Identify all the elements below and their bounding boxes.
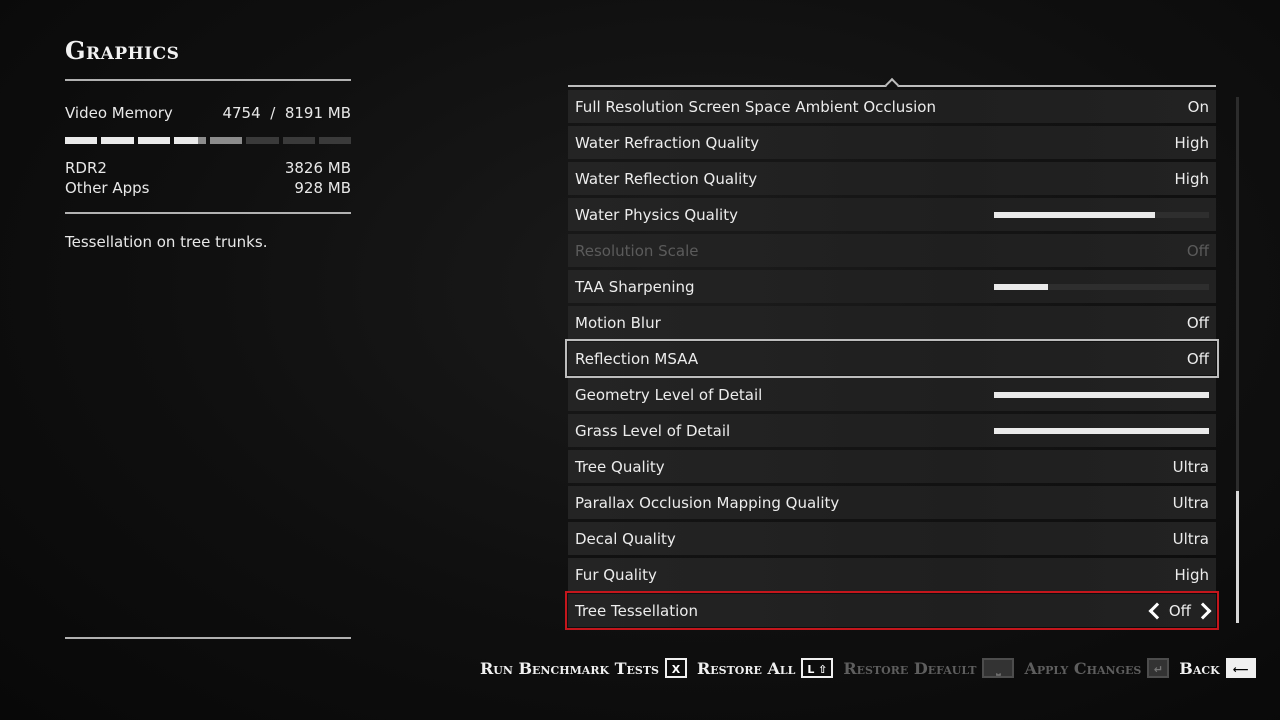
slider-fill (994, 283, 1048, 290)
video-memory-bar (65, 137, 351, 144)
setting-row[interactable]: Water Refraction Quality High (568, 126, 1216, 159)
apply-changes-button[interactable]: Apply Changes ↵ (1024, 658, 1170, 678)
run-benchmark-label: Run Benchmark Tests (480, 658, 659, 678)
space-key-icon: ⎵ (982, 658, 1015, 678)
memory-bar-segment (173, 137, 206, 144)
setting-label: Water Reflection Quality (575, 169, 758, 188)
memory-bar-segment (65, 137, 98, 144)
video-memory-label: Video Memory (65, 104, 173, 122)
setting-value: Off (1186, 349, 1209, 368)
setting-label: Geometry Level of Detail (575, 385, 763, 404)
shift-key-icon: L ⇧ (801, 658, 834, 678)
backspace-key-icon: ⟵ (1225, 658, 1256, 678)
setting-value: On (1187, 97, 1209, 116)
setting-label: TAA Sharpening (575, 277, 695, 296)
setting-label: Tree Quality (575, 457, 665, 476)
restore-default-button[interactable]: Restore Default ⎵ (843, 658, 1015, 678)
other-apps-label: Other Apps (65, 179, 150, 197)
memory-bar-segment (246, 137, 279, 144)
setting-row[interactable]: Full Resolution Screen Space Ambient Occ… (568, 90, 1216, 123)
setting-value: High (1174, 565, 1209, 584)
back-button[interactable]: Back ⟵ (1179, 658, 1256, 678)
slider-fill (994, 427, 1209, 434)
video-memory-row: Video Memory 4754 / 8191 MB (65, 104, 351, 122)
memory-bar-segment (210, 137, 243, 144)
restore-all-button[interactable]: Restore All L ⇧ (696, 658, 834, 678)
title-divider (65, 79, 351, 81)
scrollbar-thumb[interactable] (1236, 491, 1239, 623)
setting-row[interactable]: Resolution Scale Off (568, 234, 1216, 267)
page-title: Graphics (65, 36, 180, 65)
setting-row[interactable]: Water Physics Quality (568, 198, 1216, 231)
other-apps-memory-row: Other Apps 928 MB (65, 179, 351, 197)
memory-bar-segment (282, 137, 315, 144)
setting-label: Decal Quality (575, 529, 676, 548)
setting-slider[interactable] (994, 391, 1209, 398)
memory-bar-segment (318, 137, 351, 144)
setting-row[interactable]: Parallax Occlusion Mapping Quality Ultra (568, 486, 1216, 519)
setting-value: Ultra (1172, 529, 1209, 548)
bottom-divider (65, 637, 351, 639)
setting-label: Grass Level of Detail (575, 421, 731, 440)
rdr2-value: 3826 MB (284, 159, 351, 177)
other-apps-value: 928 MB (294, 179, 351, 197)
chevron-right-icon[interactable] (1194, 602, 1212, 619)
setting-row[interactable]: Tree Quality Ultra (568, 450, 1216, 483)
setting-label: Water Physics Quality (575, 205, 738, 224)
setting-row[interactable]: Water Reflection Quality High (568, 162, 1216, 195)
rdr2-label: RDR2 (65, 159, 107, 177)
setting-label: Reflection MSAA (575, 349, 699, 368)
memory-bar-segment (101, 137, 134, 144)
x-key-icon: X (664, 658, 687, 678)
video-memory-value: 4754 / 8191 MB (222, 104, 351, 122)
setting-row[interactable]: Decal Quality Ultra (568, 522, 1216, 555)
setting-value: Ultra (1172, 457, 1209, 476)
setting-description: Tessellation on tree trunks. (65, 233, 268, 251)
setting-value: Off (1168, 601, 1191, 620)
setting-row[interactable]: Grass Level of Detail (568, 414, 1216, 447)
value-selector: Off (1148, 601, 1212, 620)
setting-row[interactable]: Tree Tessellation Off (565, 591, 1219, 630)
setting-value: High (1174, 133, 1209, 152)
setting-slider[interactable] (994, 427, 1209, 434)
setting-value: Ultra (1172, 493, 1209, 512)
settings-list: Full Resolution Screen Space Ambient Occ… (565, 90, 1219, 630)
setting-label: Parallax Occlusion Mapping Quality (575, 493, 840, 512)
enter-key-icon: ↵ (1147, 658, 1170, 678)
chevron-left-icon[interactable] (1148, 602, 1166, 619)
setting-row[interactable]: TAA Sharpening (568, 270, 1216, 303)
rdr2-memory-row: RDR2 3826 MB (65, 159, 351, 177)
setting-label: Water Refraction Quality (575, 133, 760, 152)
setting-value: Off (1186, 241, 1209, 260)
footer-actions: Run Benchmark Tests X Restore All L ⇧ Re… (480, 655, 1266, 681)
setting-label: Motion Blur (575, 313, 661, 332)
setting-label: Full Resolution Screen Space Ambient Occ… (575, 97, 936, 116)
slider-fill (994, 211, 1156, 218)
setting-label: Resolution Scale (575, 241, 699, 260)
setting-value: Off (1186, 313, 1209, 332)
restore-default-label: Restore Default (843, 658, 977, 678)
setting-row[interactable]: Motion Blur Off (568, 306, 1216, 339)
run-benchmark-button[interactable]: Run Benchmark Tests X (480, 658, 687, 678)
back-label: Back (1179, 658, 1220, 678)
setting-slider[interactable] (994, 211, 1209, 218)
memory-divider (65, 212, 351, 214)
restore-all-label: Restore All (696, 658, 796, 678)
setting-slider[interactable] (994, 283, 1209, 290)
setting-row[interactable]: Reflection MSAA Off (565, 339, 1219, 378)
setting-row[interactable]: Fur Quality High (568, 558, 1216, 591)
memory-bar-segment (137, 137, 170, 144)
setting-label: Fur Quality (575, 565, 657, 584)
slider-fill (994, 391, 1209, 398)
setting-label: Tree Tessellation (575, 601, 698, 620)
setting-value: High (1174, 169, 1209, 188)
setting-row[interactable]: Geometry Level of Detail (568, 378, 1216, 411)
apply-changes-label: Apply Changes (1024, 658, 1142, 678)
